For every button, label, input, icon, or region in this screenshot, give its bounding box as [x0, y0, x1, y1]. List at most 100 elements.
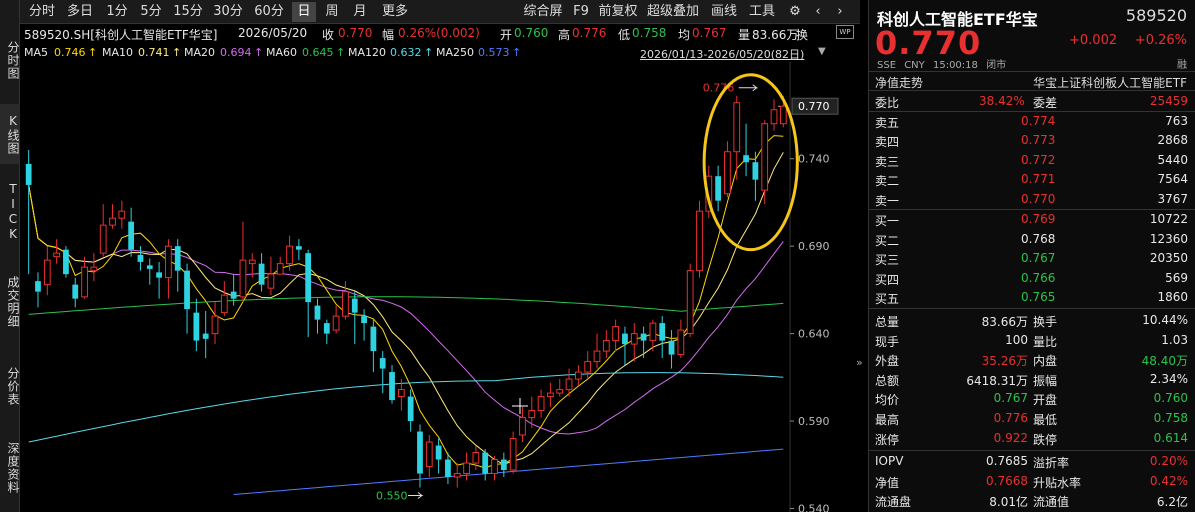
candle[interactable] — [584, 351, 592, 380]
candle[interactable] — [184, 263, 190, 334]
kline-chart[interactable]: 0.7400.6900.6400.5900.5400.7700.7760.550 — [20, 62, 860, 512]
adjust-button[interactable]: 前复权 — [596, 2, 640, 22]
candle[interactable] — [640, 326, 647, 359]
candle[interactable] — [146, 258, 153, 285]
candle[interactable] — [332, 305, 340, 334]
period-1min[interactable]: 1分 — [102, 2, 132, 22]
candle[interactable] — [630, 323, 638, 362]
wp-badge[interactable]: WP — [836, 25, 854, 39]
candle[interactable] — [453, 463, 461, 488]
candle[interactable] — [305, 249, 312, 338]
candle[interactable] — [220, 281, 228, 317]
candle[interactable] — [389, 365, 395, 404]
candle[interactable] — [612, 319, 620, 352]
candle[interactable] — [659, 316, 666, 359]
candle[interactable] — [202, 310, 209, 359]
candle[interactable] — [724, 141, 731, 198]
nav-chengjiao[interactable]: 成交明细 — [0, 262, 20, 342]
candle[interactable] — [323, 319, 330, 345]
candle[interactable] — [53, 239, 60, 264]
candle[interactable] — [463, 452, 470, 481]
period-duori[interactable]: 多日 — [62, 2, 98, 22]
draw-button[interactable]: 画线 — [708, 2, 740, 22]
candle[interactable] — [63, 246, 69, 278]
candle[interactable] — [295, 239, 302, 261]
candle[interactable] — [351, 291, 358, 345]
candle[interactable] — [156, 261, 162, 299]
candle[interactable] — [43, 246, 51, 296]
period-week[interactable]: 周 — [320, 2, 344, 22]
candle[interactable] — [677, 319, 685, 359]
candle[interactable] — [472, 445, 480, 471]
candle[interactable] — [370, 319, 377, 373]
f9-button[interactable]: F9 — [570, 2, 592, 22]
candle[interactable] — [435, 438, 442, 474]
candle[interactable] — [72, 277, 79, 308]
candle[interactable] — [593, 333, 601, 369]
period-fenshi[interactable]: 分时 — [22, 2, 62, 22]
period-5min[interactable]: 5分 — [136, 2, 166, 22]
collapse-panel-icon[interactable]: » — [856, 356, 863, 369]
candle[interactable] — [482, 449, 489, 481]
candle[interactable] — [761, 120, 769, 205]
candle[interactable] — [165, 239, 172, 299]
candle[interactable] — [425, 435, 433, 478]
candle[interactable] — [128, 207, 135, 257]
chevron-down-icon[interactable]: ▼ — [818, 46, 826, 57]
candle[interactable] — [314, 298, 321, 334]
candle[interactable] — [193, 298, 200, 352]
gear-icon[interactable]: ⚙ — [786, 2, 804, 22]
candle[interactable] — [211, 302, 219, 345]
candle[interactable] — [743, 123, 749, 177]
candle[interactable] — [379, 351, 386, 394]
candle[interactable] — [547, 382, 554, 408]
candle[interactable] — [276, 256, 284, 275]
nav-kline[interactable]: K线图 — [0, 104, 20, 164]
period-15min[interactable]: 15分 — [170, 2, 206, 22]
period-day[interactable]: 日 — [292, 2, 316, 22]
candle[interactable] — [537, 389, 545, 418]
candle[interactable] — [109, 204, 116, 229]
candle[interactable] — [602, 330, 610, 359]
chevron-right-icon[interactable]: › — [832, 2, 848, 22]
candle[interactable] — [81, 256, 88, 299]
nav-tick[interactable]: TICK — [0, 176, 20, 248]
candle[interactable] — [770, 99, 778, 131]
candle[interactable] — [696, 200, 703, 278]
nav-trend-link[interactable]: 净值走势 — [875, 74, 923, 91]
period-30min[interactable]: 30分 — [210, 2, 246, 22]
candle[interactable] — [556, 379, 564, 397]
chevron-left-icon[interactable]: ‹ — [810, 2, 826, 22]
candle[interactable] — [407, 389, 414, 432]
candle[interactable] — [668, 330, 675, 369]
candle[interactable] — [137, 246, 144, 271]
candle[interactable] — [267, 256, 275, 296]
period-60min[interactable]: 60分 — [250, 2, 288, 22]
nav-shendu[interactable]: 深度资料 — [0, 428, 20, 508]
nav-fenshi[interactable]: 分时图 — [0, 30, 20, 90]
candle[interactable] — [715, 165, 722, 212]
candle[interactable] — [686, 263, 694, 338]
candle[interactable] — [491, 456, 498, 481]
candle[interactable] — [417, 424, 423, 488]
tools-button[interactable]: 工具 — [746, 2, 778, 22]
candle[interactable] — [35, 272, 41, 308]
period-more[interactable]: 更多 — [376, 2, 414, 22]
candle[interactable] — [25, 149, 32, 275]
composite-screen-button[interactable]: 综合屏 — [520, 2, 566, 22]
candle[interactable] — [361, 309, 367, 341]
candle[interactable] — [90, 253, 98, 282]
candle[interactable] — [342, 281, 349, 320]
candle[interactable] — [258, 253, 265, 292]
date-range[interactable]: 2026/01/13-2026/05/20(82日) — [640, 46, 804, 62]
candle[interactable] — [574, 365, 582, 387]
candle[interactable] — [174, 239, 181, 292]
candle[interactable] — [239, 221, 247, 303]
nav-fenjia[interactable]: 分价表 — [0, 356, 20, 416]
candle[interactable] — [500, 452, 507, 478]
overlay-button[interactable]: 超级叠加 — [644, 2, 702, 22]
candle[interactable] — [99, 204, 107, 257]
candle[interactable] — [509, 431, 517, 474]
candle[interactable] — [528, 396, 536, 429]
candle[interactable] — [118, 200, 126, 229]
